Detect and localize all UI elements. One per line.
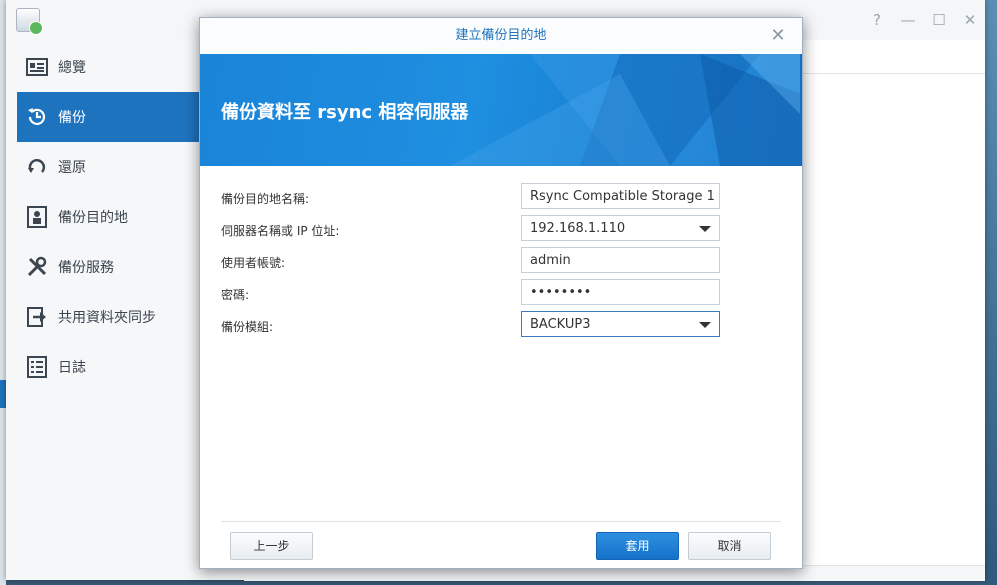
sidebar-item-label: 共用資料夾同步 (58, 310, 156, 326)
backup-clock-icon (26, 106, 48, 128)
form-row-password: 密碼: •••••••• (221, 279, 781, 307)
restore-icon (26, 156, 48, 178)
username-label: 使用者帳號: (221, 256, 286, 270)
sidebar-item-label: 日誌 (58, 360, 86, 376)
footer-divider (221, 521, 781, 522)
password-input[interactable]: •••••••• (521, 279, 720, 305)
help-icon[interactable]: ? (867, 10, 887, 30)
app-icon (16, 8, 43, 35)
sync-arrow-icon (26, 306, 48, 328)
sidebar-item-label: 還原 (58, 160, 86, 176)
backup-module-label: 備份模組: (221, 320, 274, 334)
close-icon[interactable]: ✕ (768, 26, 788, 46)
chevron-down-icon[interactable] (699, 226, 711, 232)
server-address-value: 192.168.1.110 (530, 221, 626, 236)
minimize-icon[interactable]: — (898, 10, 918, 30)
destination-name-input[interactable]: Rsync Compatible Storage 1 (521, 183, 720, 209)
username-input[interactable]: admin (521, 247, 720, 273)
overview-icon (26, 56, 48, 78)
dialog-title: 建立備份目的地 (200, 18, 802, 54)
maximize-icon[interactable]: ☐ (929, 10, 949, 30)
form-row-user: 使用者帳號: admin (221, 247, 781, 275)
back-button[interactable]: 上一步 (230, 532, 313, 560)
form-row-server: 伺服器名稱或 IP 位址: 192.168.1.110 (221, 215, 781, 243)
sidebar-item-label: 備份目的地 (58, 210, 128, 226)
create-destination-dialog: 建立備份目的地 ✕ 備份資料至 rsync 相容伺服器 備份目的地名稱: Rsy… (199, 17, 803, 569)
tools-icon (26, 256, 48, 278)
dialog-banner: 備份資料至 rsync 相容伺服器 (200, 54, 802, 166)
sidebar-item-label: 備份 (58, 110, 86, 126)
form-row-module: 備份模組: BACKUP3 (221, 311, 781, 339)
apply-button[interactable]: 套用 (596, 532, 679, 560)
password-label: 密碼: (221, 288, 250, 302)
close-window-icon[interactable]: ✕ (960, 10, 980, 30)
backup-module-combo[interactable]: BACKUP3 (521, 311, 720, 337)
banner-title: 備份資料至 rsync 相容伺服器 (221, 102, 469, 123)
chevron-down-icon[interactable] (699, 322, 711, 328)
backup-module-value: BACKUP3 (530, 317, 591, 332)
server-address-label: 伺服器名稱或 IP 位址: (221, 224, 340, 238)
log-icon (26, 356, 48, 378)
sidebar-item-label: 總覽 (58, 60, 86, 76)
destination-icon (26, 206, 48, 228)
sidebar-item-label: 備份服務 (58, 260, 114, 276)
server-address-combo[interactable]: 192.168.1.110 (521, 215, 720, 241)
destination-name-label: 備份目的地名稱: (221, 192, 310, 206)
desktop-edge-right (983, 0, 997, 585)
cancel-button[interactable]: 取消 (688, 532, 771, 560)
app-icon-badge (29, 21, 43, 35)
form-row-name: 備份目的地名稱: Rsync Compatible Storage 1 (221, 183, 781, 211)
